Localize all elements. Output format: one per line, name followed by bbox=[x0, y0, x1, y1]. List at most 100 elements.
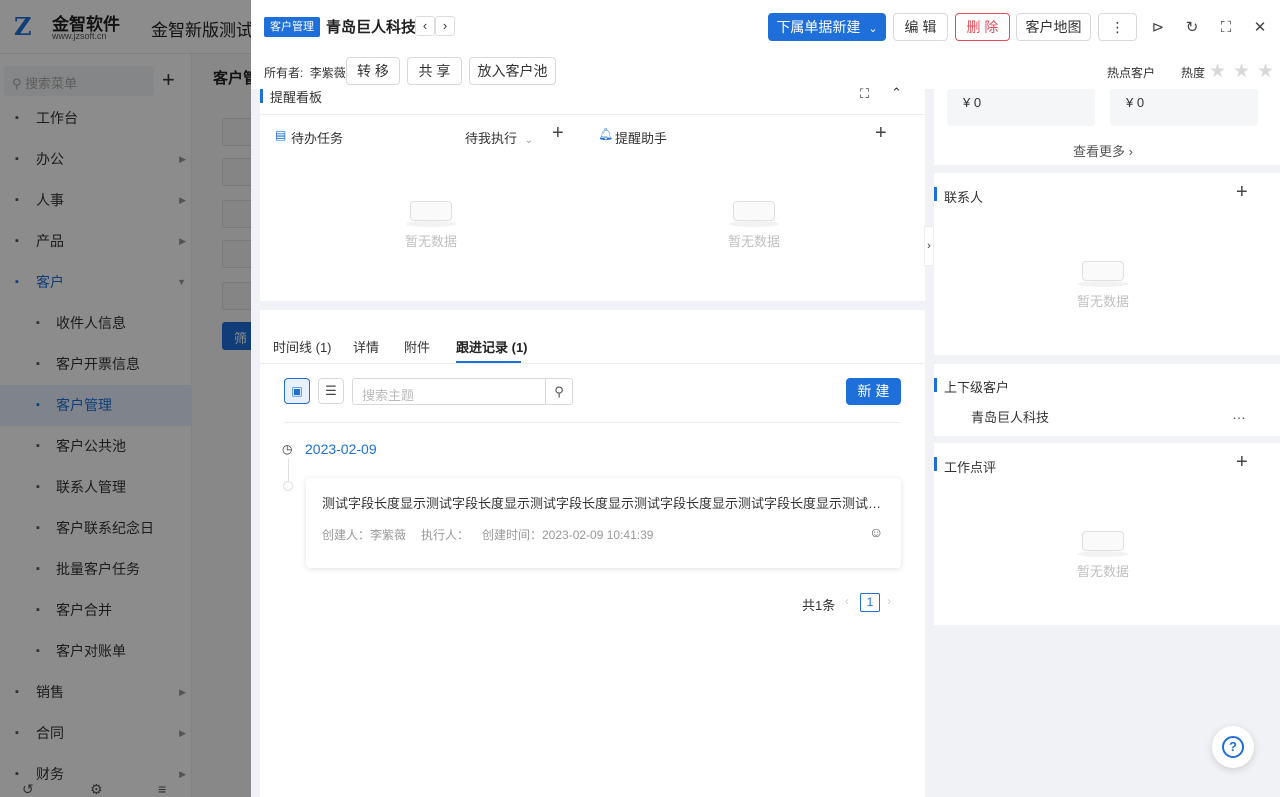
move-to-pool-button[interactable]: 放入客户池 bbox=[469, 57, 556, 85]
help-icon: ? bbox=[1222, 736, 1244, 758]
star-icon[interactable]: ★ bbox=[1233, 60, 1250, 83]
delete-button[interactable]: 删 除 bbox=[955, 13, 1010, 41]
new-follow-button[interactable]: 新 建 bbox=[846, 378, 901, 405]
document-icon: ▤ bbox=[275, 128, 287, 142]
reminder-board-title: 提醒看板 bbox=[270, 90, 323, 105]
hierarchy-title: 上下级客户 bbox=[944, 380, 1010, 395]
amount-value: ¥ 0 bbox=[1126, 95, 1145, 110]
transfer-button[interactable]: 转 移 bbox=[346, 57, 400, 85]
next-record-button[interactable]: › bbox=[435, 16, 455, 36]
chevron-down-icon: ⌄ bbox=[524, 135, 534, 146]
follow-record-card[interactable]: 测试字段长度显示测试字段长度显示测试字段长度显示测试字段长度显示测试字段长度显示… bbox=[306, 478, 901, 568]
empty-text: 暂无数据 bbox=[404, 234, 457, 249]
timeline-line bbox=[288, 459, 289, 481]
customer-detail-drawer: 客户管理 青岛巨人科技 ‹ › 下属单据新建 ⌄ 编 辑 删 除 客户地图 ⋮ … bbox=[251, 0, 1280, 797]
star-icon[interactable]: ★ bbox=[1257, 60, 1274, 83]
record-content: 测试字段长度显示测试字段长度显示测试字段长度显示测试字段长度显示测试字段长度显示… bbox=[322, 496, 887, 511]
prev-page-icon[interactable]: ‹ bbox=[845, 594, 849, 608]
pagination-total: 共1条 bbox=[802, 598, 836, 613]
tab[interactable]: 跟进记录 (1) bbox=[456, 337, 528, 356]
page-number[interactable]: 1 bbox=[860, 593, 880, 612]
empty-inbox-icon bbox=[1078, 251, 1128, 287]
more-button[interactable]: ⋮ bbox=[1098, 13, 1137, 41]
more-icon[interactable]: … bbox=[1232, 406, 1246, 422]
chevron-down-icon: ⌄ bbox=[868, 23, 878, 35]
empty-inbox-icon bbox=[729, 191, 779, 227]
sub-document-new-button[interactable]: 下属单据新建 ⌄ bbox=[768, 13, 886, 41]
owner-name: 李紫薇 bbox=[309, 66, 346, 80]
card-view-toggle[interactable]: ▣ bbox=[284, 378, 310, 404]
search-icon[interactable]: ⚲ bbox=[545, 378, 573, 405]
list-view-toggle[interactable]: ☰ bbox=[318, 378, 344, 404]
share-button[interactable]: 共 享 bbox=[407, 57, 462, 85]
contacts-title: 联系人 bbox=[944, 190, 984, 205]
drawer-header: 客户管理 青岛巨人科技 ‹ › 下属单据新建 ⌄ 编 辑 删 除 客户地图 ⋮ … bbox=[251, 0, 1280, 89]
add-todo-button[interactable]: + bbox=[552, 122, 564, 145]
customer-map-button[interactable]: 客户地图 bbox=[1016, 13, 1091, 41]
tab[interactable]: 详情 bbox=[353, 337, 379, 356]
heat-label: 热度 bbox=[1181, 66, 1206, 80]
tab[interactable]: 时间线 (1) bbox=[273, 337, 332, 356]
timeline-dot bbox=[283, 481, 293, 491]
reminder-empty-state: 暂无数据 bbox=[719, 191, 789, 250]
empty-inbox-icon bbox=[406, 191, 456, 227]
view-more-label: 查看更多 bbox=[1073, 144, 1126, 159]
review-empty-state: 暂无数据 bbox=[1068, 521, 1138, 580]
todo-filter-label: 待我执行 bbox=[465, 131, 518, 146]
clock-icon: ◷ bbox=[282, 442, 293, 456]
hierarchy-item[interactable]: 青岛巨人科技 bbox=[971, 407, 1049, 426]
subject-search-input[interactable]: 搜索主题 bbox=[352, 378, 546, 405]
todo-title: 待办任务 bbox=[291, 131, 344, 146]
bell-icon: 🔔︎ bbox=[598, 127, 614, 141]
record-date: 2023-02-09 bbox=[305, 441, 377, 457]
chevron-right-icon: › bbox=[1128, 144, 1133, 159]
section-marker bbox=[934, 457, 937, 471]
add-review-button[interactable]: + bbox=[1236, 451, 1248, 474]
collapse-up-icon[interactable]: ⌃ bbox=[891, 85, 902, 101]
customer-name: 青岛巨人科技 bbox=[326, 19, 417, 36]
owner-info: 所有者: 李紫薇 bbox=[264, 64, 346, 81]
section-marker bbox=[934, 187, 937, 201]
section-marker bbox=[934, 378, 937, 392]
record-executor: 执行人： bbox=[421, 528, 470, 542]
amount-value: ¥ 0 bbox=[963, 95, 982, 110]
amount-panel: ¥ 0 ¥ 0 查看更多 › bbox=[934, 89, 1280, 165]
hot-customer-label: 热点客户 bbox=[1107, 66, 1156, 80]
side-collapse-toggle[interactable]: › bbox=[924, 226, 934, 266]
add-reminder-button[interactable]: + bbox=[875, 122, 887, 145]
contacts-panel: 联系人 + 暂无数据 bbox=[934, 173, 1280, 355]
tab[interactable]: 附件 bbox=[404, 337, 430, 356]
section-marker bbox=[260, 89, 263, 103]
fullscreen-icon[interactable]: ⛶ bbox=[1215, 17, 1237, 39]
help-button[interactable]: ? bbox=[1212, 726, 1254, 768]
expand-icon[interactable]: ⛶ bbox=[860, 86, 869, 102]
module-tag: 客户管理 bbox=[264, 17, 320, 37]
record-creator: 创建人：李紫薇 bbox=[322, 528, 407, 542]
empty-text: 暂无数据 bbox=[727, 234, 780, 249]
empty-text: 暂无数据 bbox=[1076, 564, 1129, 579]
view-more-link[interactable]: 查看更多 › bbox=[1073, 141, 1133, 160]
review-title: 工作点评 bbox=[944, 460, 997, 475]
contacts-empty-state: 暂无数据 bbox=[1068, 251, 1138, 310]
add-contact-button[interactable]: + bbox=[1236, 181, 1248, 204]
record-created-time: 创建时间：2023-02-09 10:41:39 bbox=[482, 528, 654, 542]
reminder-board: 提醒看板 ⛶ ⌃ ▤ 待办任务 待我执行 ⌄ + 🔔︎ 提醒助手 + 暂无数据 … bbox=[260, 85, 925, 301]
owner-label: 所有者: bbox=[264, 66, 304, 80]
star-icon[interactable]: ★ bbox=[1209, 60, 1226, 83]
review-panel: 工作点评 + 暂无数据 bbox=[934, 443, 1280, 625]
todo-filter-select[interactable]: 待我执行 ⌄ bbox=[465, 128, 533, 147]
play-icon[interactable]: ⊳ bbox=[1147, 17, 1169, 39]
empty-inbox-icon bbox=[1078, 521, 1128, 557]
edit-button[interactable]: 编 辑 bbox=[893, 13, 948, 41]
comment-icon[interactable]: ☺ bbox=[869, 524, 883, 540]
hierarchy-panel: 上下级客户 青岛巨人科技 … bbox=[934, 364, 1280, 436]
amount-card: ¥ 0 bbox=[1110, 89, 1258, 126]
next-page-icon[interactable]: › bbox=[887, 594, 891, 608]
divider bbox=[260, 114, 925, 115]
reminder-assistant-title: 提醒助手 bbox=[615, 131, 668, 146]
close-icon[interactable]: ✕ bbox=[1249, 17, 1271, 39]
divider bbox=[284, 422, 901, 423]
empty-text: 暂无数据 bbox=[1076, 294, 1129, 309]
refresh-icon[interactable]: ↻ bbox=[1181, 17, 1203, 39]
prev-record-button[interactable]: ‹ bbox=[415, 16, 435, 36]
